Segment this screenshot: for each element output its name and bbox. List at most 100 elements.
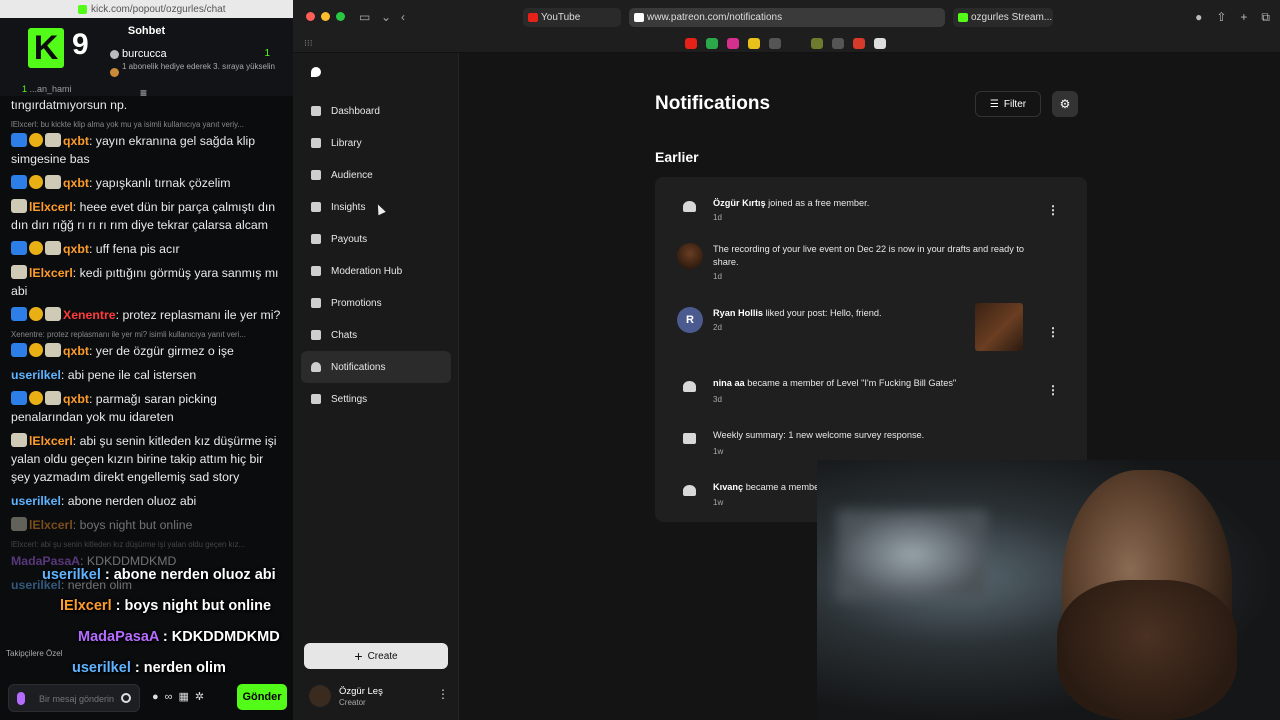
bookmark-icon[interactable] — [853, 38, 865, 49]
send-button[interactable]: Gönder — [237, 684, 287, 710]
create-button[interactable]: + Create — [304, 643, 448, 669]
follower-only-note: Takipçilere Özel — [6, 649, 63, 658]
verified-badge-icon — [11, 241, 27, 255]
kick-favicon-icon — [78, 4, 87, 14]
back-icon[interactable]: ‹ — [401, 10, 405, 24]
gear-icon — [311, 394, 321, 404]
avatar — [677, 243, 703, 269]
dashboard-icon — [311, 106, 321, 116]
chat-message: lElxcerl: kedi pıttığını görmüş yara san… — [11, 265, 279, 298]
sidebar-item-dashboard[interactable]: Dashboard — [301, 95, 451, 127]
bookmark-icon[interactable] — [874, 38, 886, 49]
notification-actor[interactable]: nina aa — [713, 378, 745, 388]
verified-badge-icon — [11, 343, 27, 357]
mic-icon[interactable] — [17, 692, 25, 705]
chat-username[interactable]: qxbt — [63, 392, 89, 406]
globe-bookmark-icon[interactable] — [832, 38, 844, 49]
sidebar-item-chats[interactable]: Chats — [301, 319, 451, 351]
chat-message: tıngırdatmıyorsun np. — [11, 98, 128, 112]
drop-bookmark-icon[interactable] — [706, 38, 718, 49]
notification-actor[interactable]: Ryan Hollis — [713, 308, 763, 318]
close-window-icon[interactable] — [306, 12, 315, 21]
chat-username[interactable]: lElxcerl — [29, 518, 73, 532]
sidebar-item-settings[interactable]: Settings — [301, 383, 451, 415]
browser-titlebar: ▭ ⌄ ‹ YouTube www.patreon.com/notificati… — [293, 0, 1280, 34]
chat-username[interactable]: qxbt — [63, 176, 89, 190]
sub-badge-icon — [45, 175, 61, 189]
gift-user[interactable]: burcucca — [108, 48, 288, 60]
insights-icon — [311, 202, 321, 212]
sidebar-item-moderation-hub[interactable]: Moderation Hub — [301, 255, 451, 287]
message-input-box[interactable] — [8, 684, 140, 712]
section-title: Earlier — [655, 149, 699, 165]
tab-overview-icon[interactable]: ⧉ — [1261, 10, 1270, 25]
tab-patreon[interactable]: www.patreon.com/notifications — [629, 8, 945, 27]
gift-note: 1 abonelik hediye ederek 3. sıraya yükse… — [122, 62, 275, 71]
globe-bookmark-icon[interactable] — [769, 38, 781, 49]
notification-time: 1w — [713, 498, 724, 507]
sidebar-item-promotions[interactable]: Promotions — [301, 287, 451, 319]
gear-icon: ⚙ — [1059, 97, 1071, 111]
chat-message: qxbt: parmağı saran picking penalarından… — [11, 391, 217, 424]
chat-username[interactable]: lElxcerl — [29, 434, 73, 448]
chat-username[interactable]: qxbt — [63, 242, 89, 256]
bookmark-icon[interactable] — [811, 38, 823, 49]
chat-username[interactable]: userilkel — [11, 494, 61, 508]
bookmark-icon[interactable] — [748, 38, 760, 49]
toolbar-right: ● ⇧ + ⧉ — [1195, 10, 1270, 25]
chat-username[interactable]: MadaPasaA — [11, 554, 80, 568]
sub-badge-icon — [11, 433, 27, 447]
subscriber-line: 1 ...an_hami — [22, 84, 72, 94]
gold-badge-icon — [29, 241, 43, 255]
window-controls — [306, 12, 345, 21]
emoji-icon[interactable] — [121, 693, 131, 703]
chat-url-bar[interactable]: kick.com/popout/ozgurles/chat — [0, 0, 293, 18]
bell-icon — [311, 362, 321, 372]
chat-username[interactable]: qxbt — [63, 134, 89, 148]
more-vertical-icon[interactable]: ⋮ — [437, 687, 449, 701]
new-tab-icon[interactable]: + — [1240, 10, 1247, 25]
extension-icon[interactable]: ● — [1195, 10, 1202, 25]
post-thumbnail[interactable] — [975, 303, 1023, 351]
more-vertical-icon[interactable]: ⋮ — [1047, 203, 1059, 217]
gold-badge-icon — [29, 343, 43, 357]
notification-settings-button[interactable]: ⚙ — [1052, 91, 1078, 117]
tab-youtube[interactable]: YouTube — [523, 8, 621, 27]
youtube-bookmark-icon[interactable] — [685, 38, 697, 49]
chat-message: lElxcerl: boys night but online — [11, 516, 283, 534]
sidebar-toggle-icon[interactable]: ▭ — [359, 10, 370, 24]
gold-badge-icon — [29, 133, 43, 147]
more-vertical-icon[interactable]: ⋮ — [1047, 383, 1059, 397]
tab-kick-stream[interactable]: ozgurles Stream... — [953, 8, 1053, 27]
grid-icon[interactable]: ⁝⁝⁝ — [304, 38, 313, 49]
plus-icon: + — [354, 648, 363, 664]
minimize-window-icon[interactable] — [321, 12, 330, 21]
gold-badge-icon — [29, 391, 43, 405]
chat-username[interactable]: lElxcerl — [29, 200, 73, 214]
sidebar-item-audience[interactable]: Audience — [301, 159, 451, 191]
notification-actor[interactable]: Özgür Kırtış — [713, 198, 766, 208]
more-vertical-icon[interactable]: ⋮ — [1047, 325, 1059, 339]
chat-username[interactable]: lElxcerl — [29, 266, 73, 280]
chevron-down-icon[interactable]: ⌄ — [381, 10, 391, 24]
sidebar-item-library[interactable]: Library — [301, 127, 451, 159]
maximize-window-icon[interactable] — [336, 12, 345, 21]
sidebar-item-notifications[interactable]: Notifications — [301, 351, 451, 383]
background-monitor — [837, 510, 987, 600]
patreon-logo-icon[interactable] — [311, 67, 321, 77]
notification-actor[interactable]: Kıvanç — [713, 482, 743, 492]
chat-username[interactable]: qxbt — [63, 344, 89, 358]
sidebar-item-payouts[interactable]: Payouts — [301, 223, 451, 255]
creator-account[interactable]: Özgür Leş Creator ⋮ — [309, 685, 449, 709]
filter-button[interactable]: ☰ Filter — [975, 91, 1041, 117]
chat-username[interactable]: Xenentre — [63, 308, 116, 322]
chat-message: Xenentre: protez replasmanı ile yer mi? — [11, 306, 283, 324]
notification-time: 2d — [713, 323, 722, 332]
instagram-bookmark-icon[interactable] — [727, 38, 739, 49]
message-input[interactable] — [39, 688, 119, 710]
verified-badge-icon — [11, 133, 27, 147]
share-icon[interactable]: ⇧ — [1216, 10, 1226, 25]
chat-username[interactable]: userilkel — [11, 368, 61, 382]
chat-tools[interactable]: ●∞▦✲ — [152, 690, 210, 703]
bookmark-icons — [685, 38, 886, 49]
